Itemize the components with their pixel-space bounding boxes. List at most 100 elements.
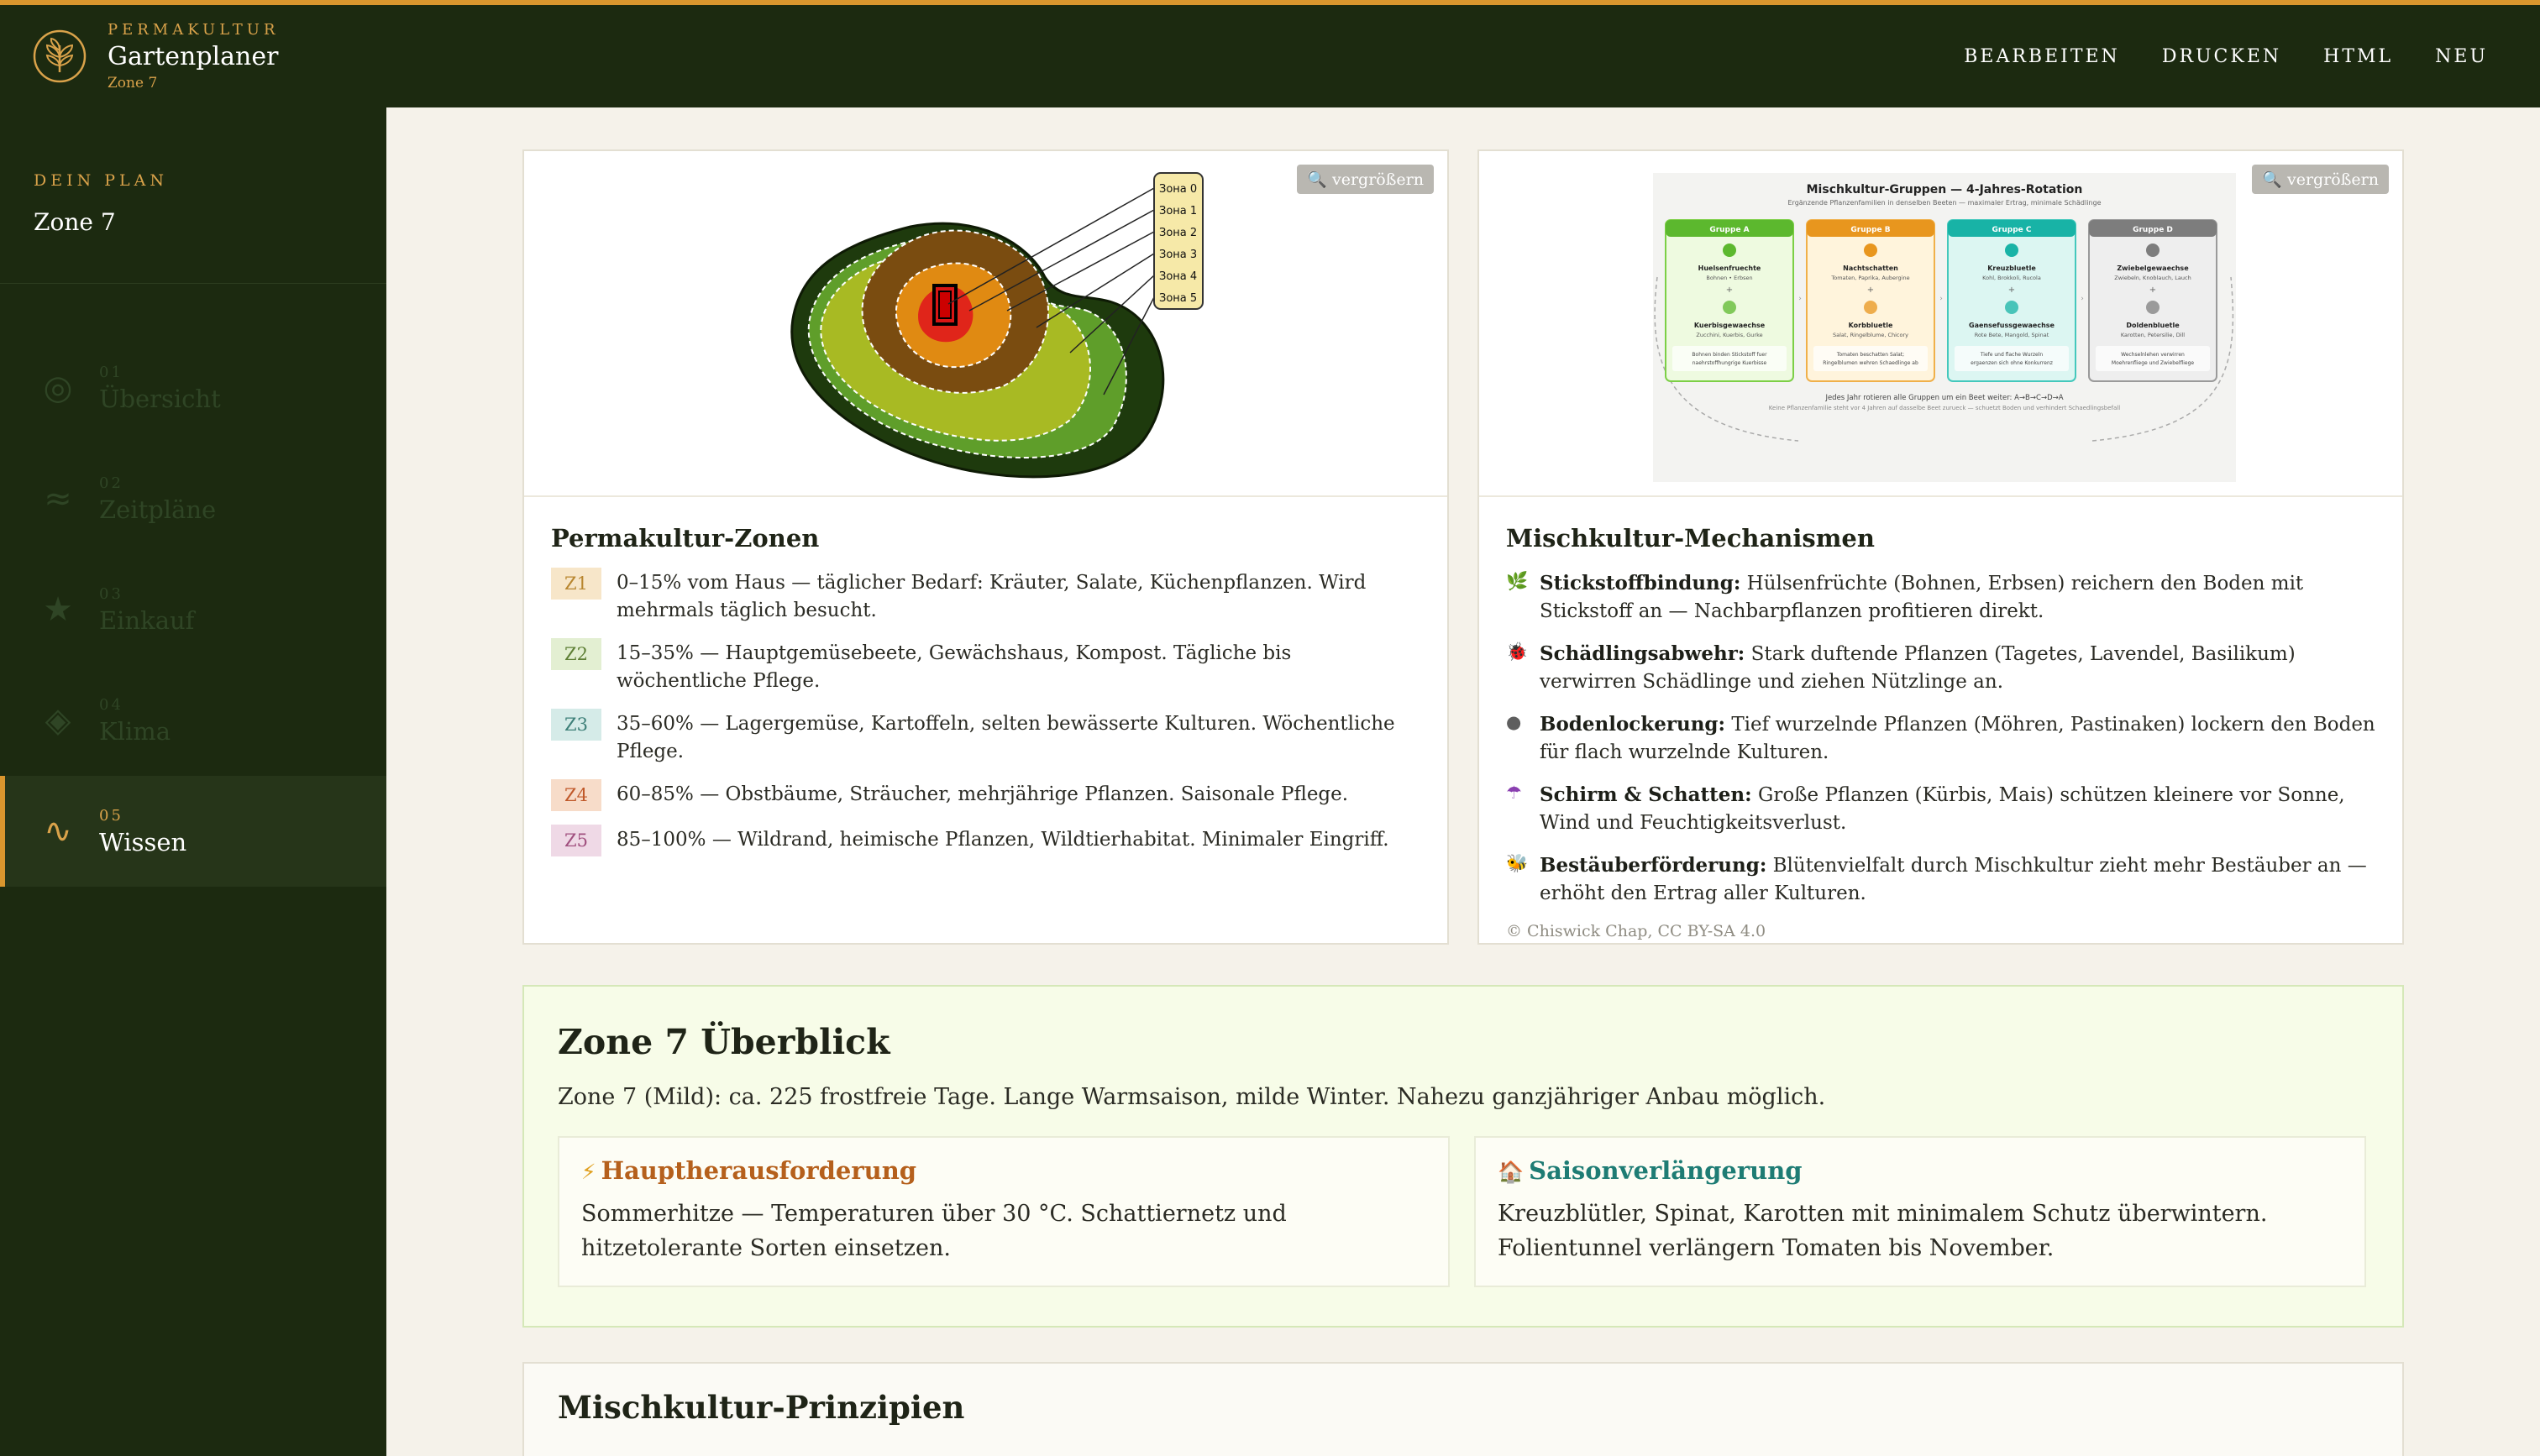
- diamond-icon: ◈: [45, 701, 71, 740]
- group-note: ergaenzen sich ohne Konkurrenz: [1971, 360, 2053, 366]
- zones-card: Зона 0 Зона 1 Зона 2 Зона 3 Зона 4 Зона …: [522, 149, 1449, 945]
- group-note: Ringelblumen wehren Schaedlinge ab: [1823, 360, 1918, 366]
- zone-overview-panel: Zone 7 Überblick Zone 7 (Mild): ca. 225 …: [522, 985, 2404, 1328]
- sidebar-item-number: 01: [99, 363, 123, 381]
- html-export-button[interactable]: HTML: [2323, 46, 2393, 67]
- zone-badge: Z3: [551, 709, 601, 741]
- mechanism-name: Schirm & Schatten:: [1540, 783, 1752, 806]
- zones-figure[interactable]: Зона 0 Зона 1 Зона 2 Зона 3 Зона 4 Зона …: [524, 151, 1447, 497]
- plant-icon: [1864, 301, 1877, 314]
- mechanism-name: Schädlingsabwehr:: [1540, 642, 1745, 665]
- plus-sign: +: [2149, 285, 2156, 295]
- group-top-plants: Bohnen • Erbsen: [1706, 275, 1752, 281]
- lightning-icon: ⚡: [581, 1160, 596, 1184]
- zone-description: 85–100% — Wildrand, heimische Pflanzen, …: [617, 829, 1389, 851]
- group-note: naehrstoffhungrige Kuerbisse: [1692, 360, 1767, 366]
- rotation-title: Mischkultur-Gruppen — 4-Jahres-Rotation: [1807, 183, 2083, 196]
- zone-legend-label: Зона 4: [1159, 270, 1197, 283]
- ladybug-icon: 🐞: [1506, 642, 1529, 662]
- sidebar-item-number: 02: [99, 474, 123, 492]
- plus-sign: +: [2008, 285, 2015, 295]
- zoom-mix-button[interactable]: 🔍 vergrößern: [2252, 165, 2389, 194]
- zone-row: Z4 60–85% — Obstbäume, Sträucher, mehrjä…: [551, 779, 1422, 811]
- plant-icon: [1723, 301, 1736, 314]
- group-note: Tomaten beschatten Salat;: [1836, 352, 1904, 358]
- group-bottom-plants: Rote Bete, Mangold, Spinat: [1975, 332, 2049, 338]
- zone-legend-label: Зона 2: [1159, 227, 1197, 239]
- mechanism-item: 🐝 Bestäuberförderung: Blütenvielfalt dur…: [1506, 851, 2377, 908]
- zones-card-body: Permakultur-Zonen Z1 0–15% vom Haus — tä…: [551, 524, 1422, 872]
- plant-icon: [1723, 244, 1736, 257]
- group-bottom-family: Gaensefussgewaechse: [1969, 322, 2055, 329]
- zone-row: Z3 35–60% — Lagergemüse, Kartoffeln, sel…: [551, 709, 1422, 766]
- rotation-arrow-icon: ›: [1939, 295, 1943, 303]
- new-plan-button[interactable]: NEU: [2435, 46, 2488, 67]
- brand[interactable]: PERMAKULTUR Gartenplaner Zone 7: [32, 21, 279, 92]
- zone-badge: Z5: [551, 825, 601, 856]
- top-bar: PERMAKULTUR Gartenplaner Zone 7 BEARBEIT…: [0, 0, 2540, 107]
- sidebar-item-label: Zeitpläne: [99, 495, 217, 524]
- side-nav: ◎ 01 Übersicht ≈ 02 Zeitpläne ★ 03 Einka…: [0, 333, 386, 887]
- group-bottom-family: Doldenbluetle: [2126, 322, 2180, 329]
- zones-title: Permakultur-Zonen: [551, 524, 820, 553]
- sidebar-item-label: Einkauf: [99, 605, 195, 635]
- wave-icon: ≈: [44, 479, 72, 518]
- mechanism-name: Stickstoffbindung:: [1540, 572, 1741, 594]
- sidebar-item-zeitplaene[interactable]: ≈ 02 Zeitpläne: [0, 443, 386, 554]
- plus-sign: +: [1867, 285, 1874, 295]
- overview-title: Zone 7 Überblick: [558, 1022, 890, 1062]
- plus-sign: +: [1726, 285, 1733, 295]
- sidebar-item-number: 03: [99, 584, 123, 603]
- print-button[interactable]: DRUCKEN: [2162, 46, 2281, 67]
- mix-figure[interactable]: Mischkultur-Gruppen — 4-Jahres-Rotation …: [1479, 151, 2402, 497]
- edit-button[interactable]: BEARBEITEN: [1964, 46, 2120, 67]
- group-name: Gruppe A: [1709, 226, 1749, 234]
- sidebar-item-label: Übersicht: [99, 384, 221, 413]
- mix-card: Mischkultur-Gruppen — 4-Jahres-Rotation …: [1477, 149, 2404, 945]
- sidebar-item-label: Wissen: [99, 827, 187, 856]
- sidebar-item-wissen[interactable]: ∿ 05 Wissen: [0, 776, 386, 887]
- group-top-family: Zwiebelgewaechse: [2117, 264, 2189, 272]
- extension-title: Saisonverlängerung: [1529, 1156, 1803, 1185]
- zone-badge: Z1: [551, 568, 601, 600]
- rotation-diagram: Mischkultur-Gruppen — 4-Jahres-Rotation …: [1653, 173, 2236, 482]
- group-note-box: [2096, 346, 2210, 371]
- sidebar-item-einkauf[interactable]: ★ 03 Einkauf: [0, 554, 386, 665]
- mechanism-name: Bestäuberförderung:: [1540, 854, 1767, 877]
- bee-icon: 🐝: [1506, 853, 1529, 873]
- mix-card-body: Mischkultur-Mechanismen 🌿 Stickstoffbind…: [1506, 524, 2377, 940]
- mechanism-item: ● Bodenlockerung: Tief wurzelnde Pflanze…: [1506, 710, 2377, 767]
- main-content: Зона 0 Зона 1 Зона 2 Зона 3 Зона 4 Зона …: [386, 107, 2540, 1456]
- zone-legend-label: Зона 3: [1159, 249, 1197, 261]
- plant-icon: [2005, 301, 2018, 314]
- group-name: Gruppe B: [1850, 226, 1890, 234]
- group-bottom-plants: Salat, Ringelblume, Chicory: [1833, 332, 1908, 338]
- plant-icon: [1864, 244, 1877, 257]
- rock-icon: ●: [1506, 712, 1522, 732]
- plan-name: Zone 7: [34, 208, 116, 236]
- squiggle-icon: ∿: [44, 812, 72, 851]
- group-top-family: Nachtschatten: [1843, 264, 1898, 272]
- rotation-arrow-icon: ›: [1798, 295, 1802, 303]
- zone-row: Z2 15–35% — Hauptgemüsebeete, Gewächshau…: [551, 638, 1422, 695]
- brand-kicker: PERMAKULTUR: [108, 21, 280, 39]
- leaf-icon: 🌿: [1506, 571, 1529, 591]
- sidebar-item-number: 04: [99, 695, 123, 714]
- plant-icon: [2146, 301, 2160, 314]
- zone-description: 35–60% — Lagergemüse, Kartoffeln, selten…: [617, 713, 1395, 762]
- sidebar-item-uebersicht[interactable]: ◎ 01 Übersicht: [0, 333, 386, 443]
- sidebar-item-klima[interactable]: ◈ 04 Klima: [0, 665, 386, 776]
- brand-zone: Zone 7: [108, 75, 158, 92]
- star-icon: ★: [43, 590, 73, 629]
- zoom-zones-button[interactable]: 🔍 vergrößern: [1297, 165, 1434, 194]
- zones-diagram: Зона 0 Зона 1 Зона 2 Зона 3 Зона 4 Зона …: [790, 172, 1204, 479]
- rotation-subtitle: Ergänzende Pflanzenfamilien in denselben…: [1787, 199, 2101, 207]
- sidebar-item-label: Klima: [99, 716, 171, 746]
- group-name: Gruppe D: [2133, 226, 2173, 234]
- zone-description: 60–85% — Obstbäume, Sträucher, mehrjähri…: [617, 783, 1349, 805]
- sidebar-item-number: 05: [99, 806, 123, 825]
- group-note-box: [1813, 346, 1928, 371]
- mechanism-item: 🐞 Schädlingsabwehr: Stark duftende Pflan…: [1506, 640, 2377, 696]
- principles-card: Mischkultur-Prinzipien: [522, 1362, 2404, 1456]
- principles-title: Mischkultur-Prinzipien: [558, 1389, 965, 1426]
